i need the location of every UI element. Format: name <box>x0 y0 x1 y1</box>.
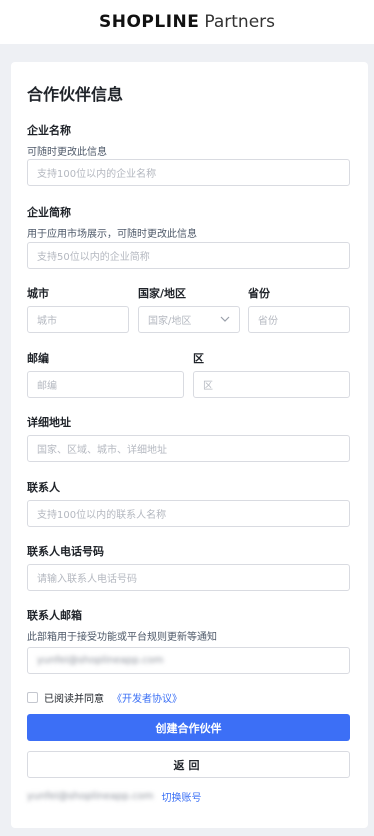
phone-label: 联系人电话号码 <box>27 545 104 558</box>
agreement-checkbox[interactable] <box>27 692 38 703</box>
district-label: 区 <box>193 352 204 365</box>
postcode-placeholder: 邮编 <box>37 381 57 392</box>
email-hint: 此部箱用于接受功能或平台规则更新等通知 <box>27 632 217 643</box>
district-input[interactable]: 区 <box>193 371 350 398</box>
logo-suffix: Partners <box>204 12 276 32</box>
email-value: yunfei@shoplineapp.com <box>37 655 164 666</box>
company-name-hint: 可随时更改此信息 <box>27 147 107 158</box>
switch-account-link[interactable]: 切换账号 <box>161 789 201 804</box>
company-short-label: 企业简称 <box>27 206 71 219</box>
contact-input[interactable]: 支持100位以内的联系人名称 <box>27 500 350 527</box>
form-title: 合作伙伴信息 <box>27 85 124 104</box>
city-label: 城市 <box>27 287 49 300</box>
province-placeholder: 省份 <box>258 316 278 327</box>
province-label: 省份 <box>248 287 270 300</box>
company-short-input[interactable]: 支持50位以内的企业简称 <box>27 242 350 269</box>
country-select[interactable]: 国家/地区 <box>138 306 240 333</box>
country-placeholder: 国家/地区 <box>148 316 192 327</box>
company-short-placeholder: 支持50位以内的企业简称 <box>37 252 150 263</box>
developer-agreement-link[interactable]: 《开发者协议》 <box>112 690 182 705</box>
top-bar: SHOPLINE Partners <box>0 0 374 44</box>
shopline-partners-logo[interactable]: SHOPLINE Partners <box>99 12 275 32</box>
address-label: 详细地址 <box>27 416 71 429</box>
agreement-text: 已阅读并同意 <box>44 694 104 705</box>
postcode-label: 邮编 <box>27 352 49 365</box>
country-label: 国家/地区 <box>138 287 187 300</box>
contact-label: 联系人 <box>27 481 60 494</box>
agreement-row: 已阅读并同意 《开发者协议》 <box>27 690 182 705</box>
account-email: yunfei@shoplineapp.com <box>27 791 154 802</box>
email-input[interactable]: yunfei@shoplineapp.com <box>27 647 350 674</box>
company-name-placeholder: 支持100位以内的企业名称 <box>37 169 157 180</box>
phone-placeholder: 请输入联系人电话号码 <box>37 574 137 585</box>
phone-input[interactable]: 请输入联系人电话号码 <box>27 564 350 591</box>
email-label: 联系人邮箱 <box>27 609 82 622</box>
address-input[interactable]: 国家、区域、城市、详细地址 <box>27 435 350 462</box>
province-input[interactable]: 省份 <box>248 306 350 333</box>
district-placeholder: 区 <box>203 381 213 392</box>
company-short-hint: 用于应用市场展示，可随时更改此信息 <box>27 229 197 240</box>
account-footer: yunfei@shoplineapp.com 切换账号 <box>27 789 201 804</box>
logo-brand: SHOPLINE <box>98 12 200 32</box>
postcode-input[interactable]: 邮编 <box>27 371 184 398</box>
address-placeholder: 国家、区域、城市、详细地址 <box>37 445 167 456</box>
company-name-label: 企业名称 <box>27 124 71 137</box>
city-input[interactable]: 城市 <box>27 306 129 333</box>
city-placeholder: 城市 <box>37 316 57 327</box>
chevron-down-icon <box>220 316 230 322</box>
company-name-input[interactable]: 支持100位以内的企业名称 <box>27 159 350 186</box>
create-partner-button[interactable]: 创建合作伙伴 <box>27 714 350 741</box>
back-button[interactable]: 返回 <box>27 751 350 778</box>
contact-placeholder: 支持100位以内的联系人名称 <box>37 510 167 521</box>
partner-info-form: 合作伙伴信息 企业名称 可随时更改此信息 支持100位以内的企业名称 企业简称 … <box>11 62 368 828</box>
